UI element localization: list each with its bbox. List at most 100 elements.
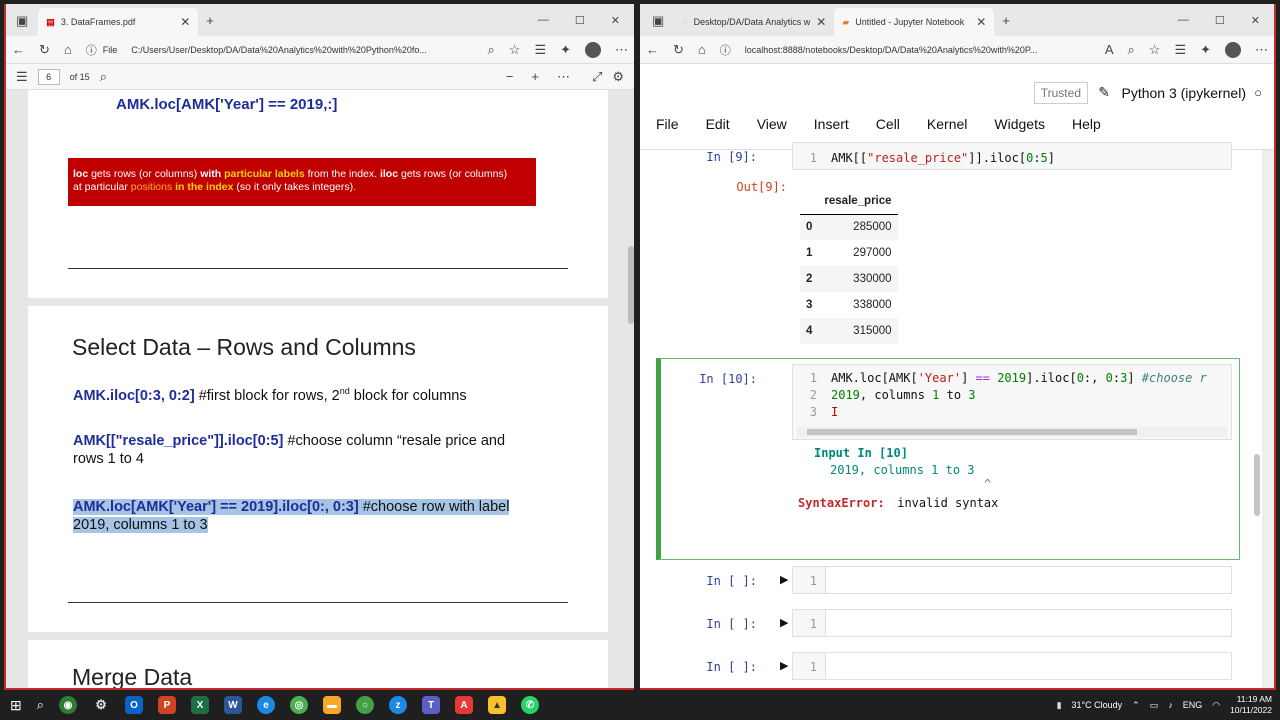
outlook-icon[interactable]: O <box>125 696 144 714</box>
zoom-app-icon[interactable]: z <box>389 696 408 714</box>
close-tab-icon[interactable]: ✕ <box>976 15 986 29</box>
zoom-out-icon[interactable]: − <box>506 70 514 83</box>
home-icon[interactable]: ⌂ <box>64 43 72 56</box>
favorite-icon[interactable]: ☆ <box>1149 43 1161 56</box>
editor-hscroll[interactable] <box>797 427 1227 437</box>
favorite-icon[interactable]: ☆ <box>509 43 521 56</box>
trusted-badge[interactable]: Trusted <box>1033 82 1088 104</box>
minimize-icon[interactable]: — <box>1178 14 1189 27</box>
menu-edit[interactable]: Edit <box>706 116 730 132</box>
tab-actions-icon[interactable]: ▣ <box>652 14 664 27</box>
zoom-icon[interactable]: ⌕ <box>488 43 495 56</box>
collections-icon[interactable]: ☰ <box>1174 43 1186 56</box>
tab-actions-icon[interactable]: ▣ <box>16 14 28 27</box>
chevron-up-icon[interactable]: ⌃ <box>1132 700 1140 711</box>
excel-icon[interactable]: X <box>191 696 210 714</box>
close-window-icon[interactable]: ✕ <box>1251 14 1260 27</box>
browser-icon[interactable]: ◎ <box>290 696 309 714</box>
weather[interactable]: 31°C Cloudy <box>1072 700 1123 710</box>
menu-file[interactable]: File <box>656 116 679 132</box>
maximize-icon[interactable]: ☐ <box>575 14 585 27</box>
more-tools-icon[interactable]: ⋯ <box>557 70 570 83</box>
row-value: 315000 <box>853 325 892 337</box>
zoom-in-icon[interactable]: + <box>531 70 539 83</box>
menu-widgets[interactable]: Widgets <box>994 116 1045 132</box>
settings-icon[interactable]: ⚙ <box>612 70 624 83</box>
wifi-icon[interactable]: ◠ <box>1212 700 1220 711</box>
url-field[interactable]: C:/Users/User/Desktop/DA/Data%20Analytic… <box>131 45 473 55</box>
clock[interactable]: 11:19 AM 10/11/2022 <box>1230 694 1272 716</box>
search-icon[interactable]: ⌕ <box>37 697 44 713</box>
collections-icon[interactable]: ☰ <box>534 43 546 56</box>
new-tab-icon[interactable]: + <box>1002 14 1010 27</box>
avatar[interactable] <box>1225 41 1241 58</box>
edit-icon[interactable]: ✎ <box>1098 84 1110 101</box>
kernel-name[interactable]: Python 3 (ipykernel) <box>1121 85 1246 101</box>
menu-kernel[interactable]: Kernel <box>927 116 967 132</box>
chrome-icon[interactable]: ◉ <box>59 696 78 714</box>
more-icon[interactable]: ⋯ <box>615 43 628 56</box>
menu-view[interactable]: View <box>757 116 787 132</box>
close-window-icon[interactable]: ✕ <box>611 14 620 27</box>
tab-pdf[interactable]: ▤ 3. DataFrames.pdf ✕ <box>38 8 199 36</box>
start-icon[interactable]: ⊞ <box>10 697 22 714</box>
language[interactable]: ENG <box>1183 700 1203 710</box>
page-number-input[interactable]: 6 <box>37 68 60 85</box>
search-icon[interactable]: ⌕ <box>100 70 107 83</box>
menu-insert[interactable]: Insert <box>814 116 849 132</box>
empty-cell-editor[interactable]: 1 <box>792 652 1232 680</box>
close-tab-icon[interactable]: ✕ <box>180 15 190 29</box>
empty-cell-editor[interactable]: 1 <box>792 609 1232 637</box>
whatsapp-icon[interactable]: ✆ <box>521 696 540 714</box>
fit-page-icon[interactable]: ⤢ <box>592 70 602 83</box>
avatar[interactable] <box>585 41 601 58</box>
row-index: 3 <box>806 299 813 311</box>
read-aloud-icon[interactable]: A <box>1105 43 1114 56</box>
contents-icon[interactable]: ☰ <box>16 70 28 83</box>
refresh-icon[interactable]: ↻ <box>673 43 684 56</box>
files-icon[interactable]: ▬ <box>323 696 342 714</box>
back-icon[interactable]: ← <box>646 43 659 56</box>
extensions-icon[interactable]: ✦ <box>560 43 571 56</box>
home-icon[interactable]: ⌂ <box>698 43 706 56</box>
new-tab-icon[interactable]: + <box>206 14 214 27</box>
word-icon[interactable]: W <box>224 696 243 714</box>
edge-icon[interactable]: e <box>257 696 276 714</box>
minimize-icon[interactable]: — <box>538 14 549 27</box>
menu-cell[interactable]: Cell <box>876 116 900 132</box>
app-icon[interactable]: ○ <box>356 696 375 714</box>
row-value: 297000 <box>853 247 892 259</box>
menu-help[interactable]: Help <box>1072 116 1101 132</box>
run-cell-icon[interactable]: ▶ <box>780 659 788 672</box>
run-cell-icon[interactable]: ▶ <box>780 616 788 629</box>
run-cell-icon[interactable]: ▶ <box>780 573 788 586</box>
error-caret: ^ <box>984 477 992 491</box>
scrollbar[interactable] <box>1254 454 1260 516</box>
network-icon[interactable]: ▭ <box>1150 700 1159 711</box>
refresh-icon[interactable]: ↻ <box>39 43 50 56</box>
row-value: 338000 <box>853 299 892 311</box>
info-icon[interactable]: ⓘ <box>86 42 97 58</box>
cell10-editor[interactable]: 1 2 3 AMK.loc[AMK['Year'] == 2019].iloc[… <box>792 364 1232 440</box>
extensions-icon[interactable]: ✦ <box>1200 43 1211 56</box>
url-field[interactable]: localhost:8888/notebooks/Desktop/DA/Data… <box>745 45 1091 55</box>
zoom-icon[interactable]: ⌕ <box>1128 43 1135 56</box>
settings-icon[interactable]: ⚙ <box>92 696 110 714</box>
powerpoint-icon[interactable]: P <box>158 696 177 714</box>
acrobat-icon[interactable]: A <box>455 696 474 714</box>
next-section-title: Merge Data <box>72 664 193 688</box>
speaker-icon[interactable]: ♪ <box>1168 700 1173 710</box>
tab-desktop[interactable]: ◌ Desktop/DA/Data Analytics with ✕ <box>674 8 834 36</box>
scrollbar[interactable] <box>628 246 634 324</box>
more-icon[interactable]: ⋯ <box>1255 43 1268 56</box>
info-icon[interactable]: ⓘ <box>720 42 731 58</box>
back-icon[interactable]: ← <box>12 43 25 56</box>
maximize-icon[interactable]: ☐ <box>1215 14 1225 27</box>
close-tab-icon[interactable]: ✕ <box>816 15 826 29</box>
teams-icon[interactable]: T <box>422 696 441 714</box>
notes-icon[interactable]: ▲ <box>488 696 507 714</box>
cell9-editor[interactable]: 1 AMK[["resale_price"]].iloc[0:5] <box>792 142 1232 170</box>
empty-cell-editor[interactable]: 1 <box>792 566 1232 594</box>
tab-notebook[interactable]: ▰ Untitled - Jupyter Notebook ✕ <box>834 8 995 36</box>
example-loc-highlighted[interactable]: AMK.loc[AMK['Year'] == 2019].iloc[0:, 0:… <box>73 498 543 534</box>
